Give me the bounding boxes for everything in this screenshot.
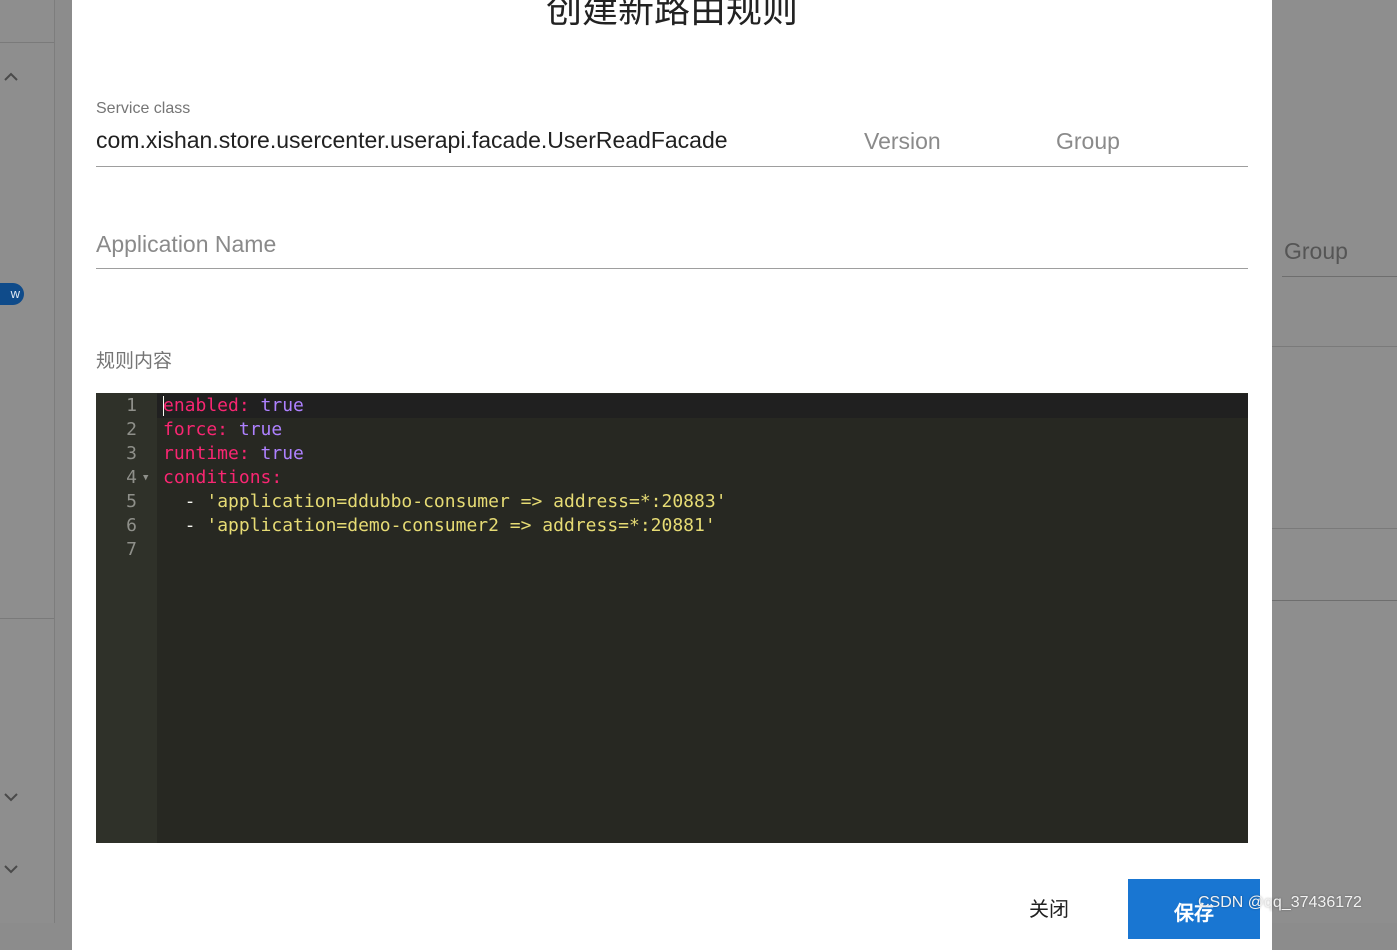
fold-arrow-icon[interactable]: ▼	[143, 466, 148, 490]
code-text: runtime: true	[163, 442, 304, 466]
service-class-label: Service class	[96, 100, 191, 117]
service-class-field[interactable]: com.xishan.store.usercenter.userapi.faca…	[96, 127, 728, 154]
background-right-panel	[1272, 0, 1397, 923]
code-token: 'application=ddubbo-consumer => address=…	[206, 491, 727, 512]
code-token: true	[238, 419, 283, 440]
code-token: -	[163, 515, 207, 536]
line-number: 1	[126, 395, 137, 416]
code-text: enabled: true	[163, 394, 304, 418]
background-divider	[1272, 528, 1397, 529]
background-divider	[0, 618, 54, 619]
code-text: - 'application=demo-consumer2 => address…	[163, 514, 716, 538]
background-divider	[1272, 600, 1397, 601]
code-text: conditions:	[163, 466, 282, 490]
editor-line[interactable]: 7	[96, 538, 1248, 562]
editor-line[interactable]: 4 ▼ conditions:	[96, 466, 1248, 490]
line-number: 7	[126, 539, 137, 560]
code-token: true	[260, 443, 304, 464]
editor-line[interactable]: 2 force: true	[96, 418, 1248, 442]
background-divider	[1272, 346, 1397, 347]
version-field[interactable]: Version	[864, 128, 941, 155]
background-divider	[0, 42, 54, 43]
line-number: 2	[126, 419, 137, 440]
watermark: CSDN @qq_37436172	[1198, 894, 1362, 911]
group-field[interactable]: Group	[1056, 128, 1120, 155]
editor-line[interactable]: 6 - 'application=demo-consumer2 => addre…	[96, 514, 1248, 538]
line-number: 3	[126, 443, 137, 464]
close-button[interactable]: 关闭	[1012, 887, 1086, 927]
create-route-rule-dialog: 创建新路由规则 Service class com.xishan.store.u…	[72, 0, 1272, 950]
line-number: 4	[126, 467, 137, 488]
application-name-underline	[96, 268, 1248, 269]
editor-line[interactable]: 5 - 'application=ddubbo-consumer => addr…	[96, 490, 1248, 514]
code-text: force: true	[163, 418, 282, 442]
service-field-underline	[96, 166, 1248, 167]
line-number: 6	[126, 515, 137, 536]
code-token: enabled:	[163, 395, 250, 416]
code-token: -	[163, 491, 207, 512]
rule-code-editor[interactable]: 1 enabled: true 2 force: true 3 runtime: true…	[96, 393, 1248, 843]
text-cursor	[163, 396, 164, 416]
code-token: runtime:	[163, 443, 250, 464]
chevron-up-icon	[4, 72, 18, 81]
line-number: 5	[126, 491, 137, 512]
background-badge: w	[0, 283, 24, 305]
code-token: true	[260, 395, 304, 416]
code-token: 'application=demo-consumer2 => address=*…	[206, 515, 716, 536]
dialog-title: 创建新路由规则	[545, 0, 798, 30]
chevron-down-icon	[4, 793, 18, 802]
background-divider	[1282, 276, 1397, 277]
rule-content-label: 规则内容	[96, 351, 173, 372]
background-sidebar	[0, 0, 55, 923]
code-text: - 'application=ddubbo-consumer => addres…	[163, 490, 727, 514]
chevron-down-icon	[4, 865, 18, 874]
code-token: conditions:	[163, 467, 283, 488]
editor-line[interactable]: 1 enabled: true	[96, 394, 1248, 418]
application-name-input[interactable]	[96, 226, 1248, 262]
background-group-label: Group	[1284, 238, 1348, 264]
editor-line[interactable]: 3 runtime: true	[96, 442, 1248, 466]
code-token: force:	[163, 419, 229, 440]
